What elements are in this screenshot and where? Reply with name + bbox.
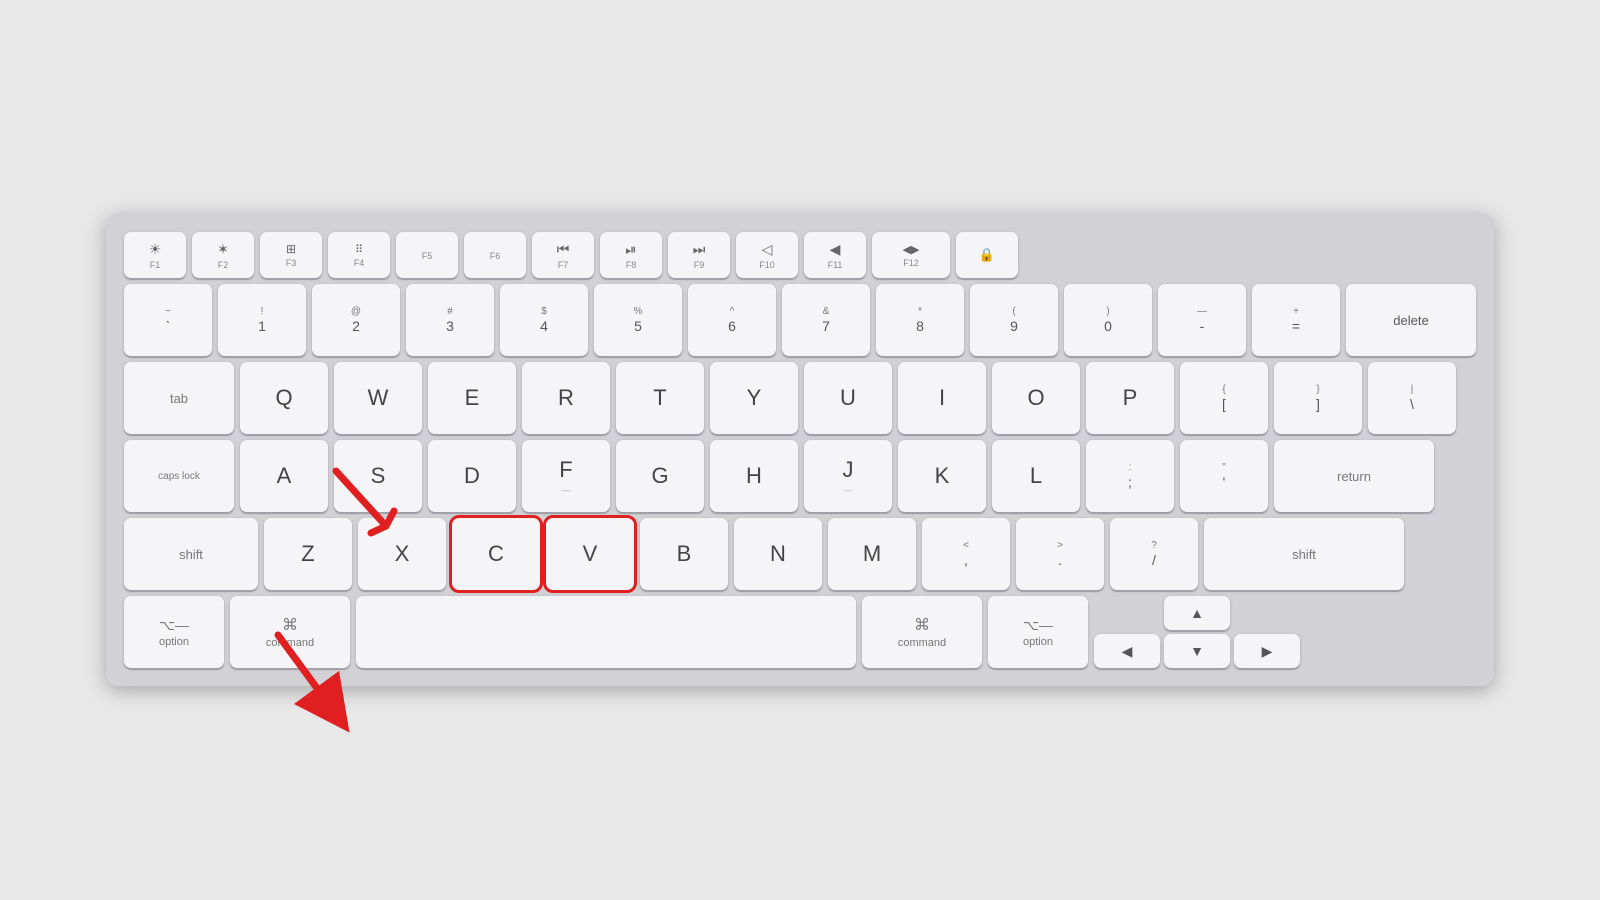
key-quote[interactable]: " ' [1180,440,1268,512]
key-l[interactable]: L [992,440,1080,512]
key-o[interactable]: O [992,362,1080,434]
key-h[interactable]: H [710,440,798,512]
key-delete[interactable]: delete [1346,284,1476,356]
key-arrow-right[interactable]: ▶ [1234,634,1300,668]
key-k[interactable]: K [898,440,986,512]
key-minus[interactable]: — - [1158,284,1246,356]
key-f1[interactable]: ☀ F1 [124,232,186,278]
key-lock[interactable]: 🔒 [956,232,1018,278]
key-option-left[interactable]: ⌥— option [124,596,224,668]
key-i[interactable]: I [898,362,986,434]
key-b[interactable]: B [640,518,728,590]
zxcv-row: shift Z X C V B N M < , > . [124,518,1476,590]
key-f7[interactable]: ⏮ F7 [532,232,594,278]
key-8[interactable]: * 8 [876,284,964,356]
key-arrow-down[interactable]: ▼ [1164,634,1230,668]
number-row: ~ ` ! 1 @ 2 # 3 $ 4 % 5 ^ 6 & 7 [124,284,1476,356]
key-j[interactable]: J — [804,440,892,512]
key-d[interactable]: D [428,440,516,512]
key-5[interactable]: % 5 [594,284,682,356]
bottom-row: ⌥— option ⌘ command ⌘ command ⌥— option … [124,596,1476,668]
key-command-left[interactable]: ⌘ command [230,596,350,668]
key-f2[interactable]: ✶ F2 [192,232,254,278]
key-lbracket[interactable]: { [ [1180,362,1268,434]
key-a[interactable]: A [240,440,328,512]
key-f10[interactable]: ◁ F10 [736,232,798,278]
key-f5[interactable]: F5 [396,232,458,278]
qwerty-row: tab Q W E R T Y U I O P [124,362,1476,434]
key-f4[interactable]: ⠿ F4 [328,232,390,278]
key-f8[interactable]: ⏯ F8 [600,232,662,278]
key-n[interactable]: N [734,518,822,590]
key-3[interactable]: # 3 [406,284,494,356]
key-m[interactable]: M [828,518,916,590]
key-1[interactable]: ! 1 [218,284,306,356]
key-f3[interactable]: ⊞ F3 [260,232,322,278]
fn-row: ☀ F1 ✶ F2 ⊞ F3 ⠿ F4 F5 F6 ⏮ F7 ⏯ F8 [124,232,1476,278]
key-s[interactable]: S [334,440,422,512]
key-backslash[interactable]: | \ [1368,362,1456,434]
key-rbracket[interactable]: } ] [1274,362,1362,434]
key-f12[interactable]: ◀▶ F12 [872,232,950,278]
key-2[interactable]: @ 2 [312,284,400,356]
key-f[interactable]: F — [522,440,610,512]
arrow-key-group: ▲ ◀ ▼ ▶ [1094,596,1300,668]
key-caps-lock[interactable]: caps lock [124,440,234,512]
key-option-right[interactable]: ⌥— option [988,596,1088,668]
keyboard: ☀ F1 ✶ F2 ⊞ F3 ⠿ F4 F5 F6 ⏮ F7 ⏯ F8 [106,214,1494,686]
key-f11[interactable]: ◀ F11 [804,232,866,278]
key-g[interactable]: G [616,440,704,512]
key-semicolon[interactable]: : ; [1086,440,1174,512]
key-period[interactable]: > . [1016,518,1104,590]
key-command-right[interactable]: ⌘ command [862,596,982,668]
key-tab[interactable]: tab [124,362,234,434]
key-tilde[interactable]: ~ ` [124,284,212,356]
key-7[interactable]: & 7 [782,284,870,356]
key-shift-right[interactable]: shift [1204,518,1404,590]
key-slash[interactable]: ? / [1110,518,1198,590]
key-p[interactable]: P [1086,362,1174,434]
key-t[interactable]: T [616,362,704,434]
key-r[interactable]: R [522,362,610,434]
key-shift-left[interactable]: shift [124,518,258,590]
key-space[interactable] [356,596,856,668]
key-0[interactable]: ) 0 [1064,284,1152,356]
key-q[interactable]: Q [240,362,328,434]
key-equals[interactable]: + = [1252,284,1340,356]
key-6[interactable]: ^ 6 [688,284,776,356]
key-f6[interactable]: F6 [464,232,526,278]
key-v[interactable]: V [546,518,634,590]
key-f9[interactable]: ⏭ F9 [668,232,730,278]
key-comma[interactable]: < , [922,518,1010,590]
key-z[interactable]: Z [264,518,352,590]
key-u[interactable]: U [804,362,892,434]
key-arrow-left[interactable]: ◀ [1094,634,1160,668]
key-y[interactable]: Y [710,362,798,434]
asdf-row: caps lock A S D F — G H J — [124,440,1476,512]
key-c[interactable]: C [452,518,540,590]
key-arrow-up[interactable]: ▲ [1164,596,1230,630]
key-9[interactable]: ( 9 [970,284,1058,356]
key-x[interactable]: X [358,518,446,590]
key-return[interactable]: return [1274,440,1434,512]
key-e[interactable]: E [428,362,516,434]
key-w[interactable]: W [334,362,422,434]
key-4[interactable]: $ 4 [500,284,588,356]
